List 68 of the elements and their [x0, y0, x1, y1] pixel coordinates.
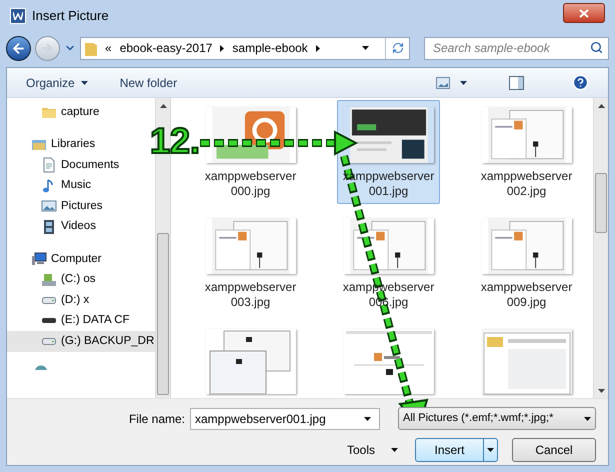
- scrollbar[interactable]: [593, 98, 608, 398]
- folder-icon: [85, 40, 97, 56]
- breadcrumb-item[interactable]: ebook-easy-2017: [120, 39, 212, 57]
- file-tile[interactable]: xamppwebserver 000.jpg: [199, 100, 302, 204]
- scrollbar-thumb[interactable]: [157, 233, 169, 395]
- drive-icon: [42, 338, 56, 345]
- drive-icon: [42, 317, 56, 324]
- insert-button[interactable]: Insert: [415, 438, 498, 462]
- cancel-button[interactable]: Cancel: [512, 438, 596, 462]
- file-tile[interactable]: xamppwebserver 002.jpg: [475, 100, 578, 204]
- down-arrow-icon: [598, 388, 604, 392]
- file-name: xamppwebserver 003.jpg: [204, 280, 296, 310]
- file-name-label: File name:: [128, 410, 185, 428]
- up-arrow-icon: [160, 104, 166, 108]
- document-icon: [41, 157, 57, 174]
- file-tile[interactable]: xamppwebserver 003.jpg: [199, 211, 302, 315]
- word-app-icon: [10, 8, 26, 24]
- help-icon[interactable]: [572, 74, 589, 91]
- film-icon: [41, 218, 57, 235]
- file-name: xamppwebserver 006.jpg: [342, 280, 434, 310]
- dropdown-arrow-icon: [487, 448, 494, 452]
- view-icon[interactable]: [436, 76, 450, 88]
- nav-item[interactable]: capture: [7, 102, 155, 122]
- file-name: xamppwebserver 009.jpg: [480, 280, 572, 310]
- nav-item[interactable]: (C:) os: [7, 270, 155, 290]
- breadcrumb-arrow-icon: [316, 44, 320, 52]
- dropdown-arrow-icon: [80, 80, 88, 84]
- new-folder-button[interactable]: New folder: [120, 74, 178, 92]
- address-bar[interactable]: « ebook-easy-2017 sample-ebook: [80, 36, 410, 60]
- nav-item[interactable]: Music: [7, 176, 155, 196]
- scrollbar-thumb[interactable]: [595, 173, 607, 233]
- breadcrumb-overflow[interactable]: «: [105, 39, 112, 57]
- network-icon: [34, 364, 48, 370]
- file-tile[interactable]: xamppwebserver 006.jpg: [337, 211, 440, 315]
- close-button[interactable]: [563, 3, 605, 23]
- close-icon: [579, 8, 589, 18]
- search-icon: [590, 41, 603, 54]
- back-button[interactable]: [6, 36, 31, 60]
- file-name-field[interactable]: xamppwebserver001.jpg: [190, 408, 380, 430]
- search-field[interactable]: Search sample-ebook: [424, 36, 609, 60]
- dropdown-arrow-icon: [362, 46, 369, 50]
- tools-button[interactable]: Tools: [346, 438, 398, 462]
- organize-button[interactable]: Organize: [26, 74, 88, 92]
- file-name: xamppwebserver 002.jpg: [480, 169, 572, 199]
- file-type-dropdown[interactable]: All Pictures (*.emf;*.wmf;*.jpg;*: [398, 407, 596, 430]
- breadcrumb-arrow-icon: [220, 44, 224, 52]
- file-tile[interactable]: xamppwebserver 009.jpg: [475, 211, 578, 315]
- nav-item[interactable]: Computer: [7, 249, 155, 270]
- drive-icon: [41, 272, 57, 288]
- computer-icon: [31, 251, 47, 268]
- dropdown-arrow-icon: [391, 448, 398, 452]
- refresh-icon: [392, 42, 404, 54]
- up-arrow-icon: [598, 104, 604, 108]
- forward-arrow-icon: [42, 43, 53, 53]
- nav-item[interactable]: (D:) x: [7, 290, 155, 310]
- drive-icon: [42, 296, 56, 304]
- dropdown-arrow-icon[interactable]: [460, 80, 467, 84]
- dropdown-arrow-icon: [364, 416, 371, 420]
- preview-pane-icon[interactable]: [509, 76, 524, 90]
- dropdown-arrow-icon: [584, 416, 591, 420]
- nav-item[interactable]: Pictures: [7, 196, 155, 216]
- nav-item[interactable]: (G:) BACKUP_DR: [7, 331, 155, 352]
- nav-item[interactable]: Videos: [7, 216, 155, 237]
- file-name: xamppwebserver 000.jpg: [204, 169, 296, 199]
- nav-item[interactable]: (E:) DATA CF: [7, 310, 155, 331]
- picture-icon: [41, 198, 57, 214]
- window-title: Insert Picture: [32, 7, 109, 26]
- breadcrumb-item[interactable]: sample-ebook: [232, 39, 308, 57]
